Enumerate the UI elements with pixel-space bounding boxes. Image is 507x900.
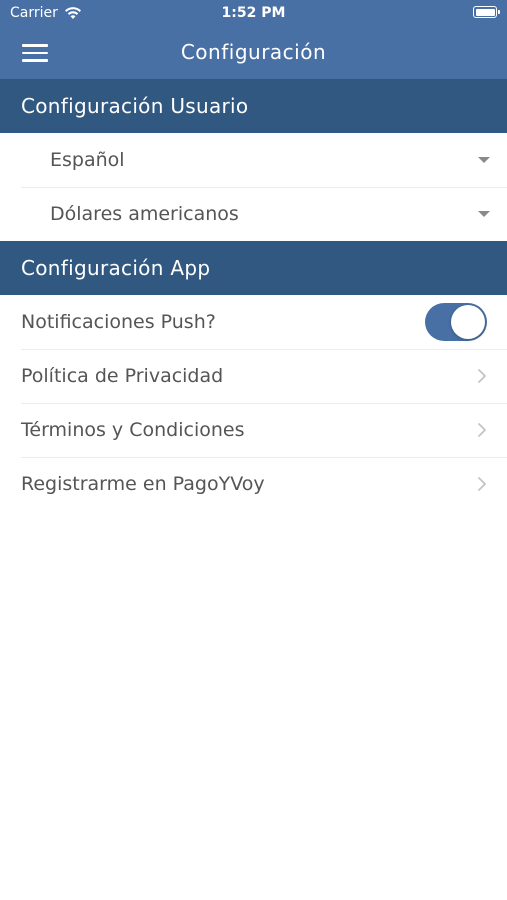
push-notifications-toggle[interactable] — [425, 303, 487, 341]
chevron-right-icon — [478, 477, 486, 491]
register-row[interactable]: Registrarme en PagoYVoy — [0, 457, 507, 511]
language-dropdown[interactable]: Español — [0, 133, 507, 187]
status-time: 1:52 PM — [221, 5, 286, 21]
section-header-user: Configuración Usuario — [0, 79, 507, 133]
toggle-knob — [451, 305, 485, 339]
navigation-bar: Configuración — [0, 28, 507, 79]
caret-down-icon — [478, 211, 490, 217]
currency-dropdown[interactable]: Dólares americanos — [0, 187, 507, 241]
push-notifications-label: Notificaciones Push? — [21, 311, 216, 333]
page-title: Configuración — [180, 40, 327, 64]
settings-screen: Carrier 1:52 PM Configuración Configurac… — [0, 0, 507, 900]
register-label: Registrarme en PagoYVoy — [21, 473, 265, 495]
privacy-policy-label: Política de Privacidad — [21, 365, 224, 387]
top-bar: Carrier 1:52 PM Configuración — [0, 0, 507, 79]
caret-down-icon — [478, 157, 490, 163]
status-bar: Carrier 1:52 PM — [0, 0, 507, 28]
terms-conditions-label: Términos y Condiciones — [21, 419, 245, 441]
battery-icon — [473, 6, 500, 18]
terms-conditions-row[interactable]: Términos y Condiciones — [0, 403, 507, 457]
push-notifications-row: Notificaciones Push? — [0, 295, 507, 349]
chevron-right-icon — [478, 369, 486, 383]
privacy-policy-row[interactable]: Política de Privacidad — [0, 349, 507, 403]
currency-label: Dólares americanos — [50, 203, 239, 225]
chevron-right-icon — [478, 423, 486, 437]
language-label: Español — [50, 149, 125, 171]
section-header-app: Configuración App — [0, 241, 507, 295]
